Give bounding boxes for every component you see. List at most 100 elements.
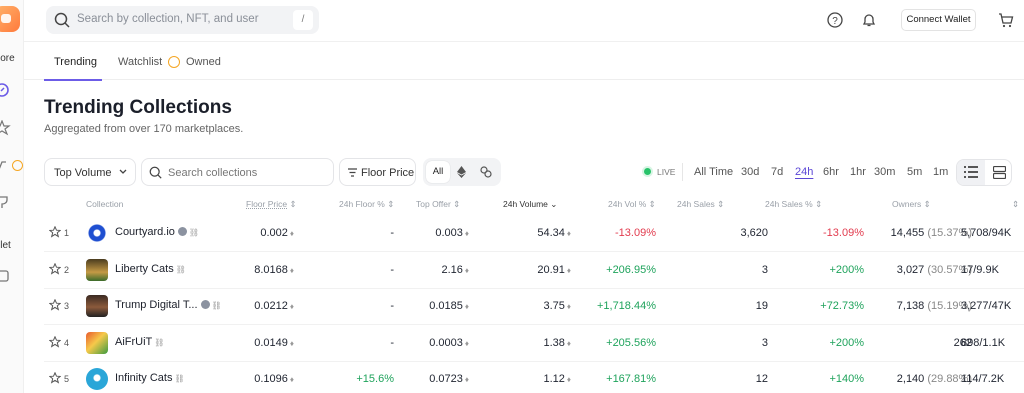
sales-count: 3 — [761, 263, 768, 276]
table-row[interactable]: 5 Infinity Cats ⛓ 0.1096 ♦ +15.6% 0.0723 ♦ … — [44, 362, 1024, 393]
timeframe-30d[interactable]: 30d — [741, 166, 759, 178]
sort-dropdown[interactable]: Top Volume — [44, 158, 136, 186]
listed-supply: 3,277/47K — [961, 300, 1012, 312]
rank: 2 — [64, 264, 70, 275]
rank: 1 — [64, 228, 70, 238]
collection-name[interactable]: AiFrUiT ⛓ — [115, 336, 164, 348]
column-header-sort-icon[interactable]: ⇕ — [1012, 199, 1019, 210]
timeframe-7d[interactable]: 7d — [771, 166, 783, 178]
rail-wallet-label[interactable]: llet — [0, 240, 11, 251]
top-offer: 0.0723 ♦ — [429, 373, 469, 385]
column-header-volume[interactable]: 24h Volume ⌄ — [503, 199, 557, 210]
volume-value: 3.75 — [543, 300, 565, 312]
cart-icon[interactable] — [998, 12, 1014, 28]
ethereum-icon[interactable] — [457, 166, 466, 178]
column-header-top-offer[interactable]: Top Offer ⇕ — [416, 199, 460, 210]
left-rail: lore llet — [0, 0, 24, 393]
table-row[interactable]: 2 Liberty Cats ⛓ 8.0168 ♦ - 2.16 ♦ 20.91 ♦ +… — [44, 253, 1024, 289]
column-header-sales-pct[interactable]: 24h Sales % ⇕ — [765, 199, 822, 210]
owners-count: 3,027 — [896, 263, 925, 276]
timeframe-24h[interactable]: 24h — [795, 166, 813, 178]
rail-notice-dot — [12, 160, 23, 171]
global-search-input[interactable]: Search by collection, NFT, and user / — [46, 6, 319, 34]
column-header-vol-pct[interactable]: 24h Vol % ⇕ — [608, 199, 656, 210]
top-offer-value: 2.16 — [441, 263, 463, 276]
collection-avatar[interactable] — [86, 368, 108, 390]
trophy-icon[interactable] — [0, 195, 12, 211]
connect-wallet-button[interactable]: Connect Wallet — [901, 9, 976, 31]
owners-count: 2,140 — [896, 373, 925, 385]
live-status-dot — [644, 168, 651, 175]
collection-avatar[interactable] — [86, 222, 108, 244]
eth-icon: ♦ — [566, 338, 571, 348]
collection-name[interactable]: Trump Digital T... ⛓ — [115, 299, 222, 311]
list-view-button[interactable] — [957, 160, 985, 185]
floor-change: - — [390, 227, 394, 239]
collection-avatar[interactable] — [86, 331, 108, 354]
timeframe-all-time[interactable]: All Time — [694, 166, 733, 178]
watchlist-star-icon[interactable] — [49, 299, 61, 311]
rocket-icon[interactable] — [0, 158, 12, 174]
column-header-owners-label: Owners — [892, 199, 922, 209]
floor-price-filter[interactable]: Floor Price — [339, 158, 416, 186]
column-header-owners[interactable]: Owners ⇕ — [892, 199, 931, 210]
column-header-volume-label: 24h Volume — [503, 199, 548, 209]
eth-icon: ♦ — [464, 338, 469, 348]
search-shortcut-key: / — [293, 10, 313, 30]
collection-tabs: Trending Watchlist Owned — [24, 42, 1024, 81]
star-icon[interactable] — [0, 120, 12, 136]
tab-owned[interactable]: Owned — [186, 56, 221, 68]
column-header-top-offer-label: Top Offer — [416, 199, 451, 209]
floor-price: 0.1096 ♦ — [254, 373, 294, 385]
volume-value: 1.12 — [543, 373, 565, 385]
column-header-collection[interactable]: Collection — [86, 199, 123, 209]
timeframe-6hr[interactable]: 6hr — [823, 166, 839, 178]
listed-supply: 114/7.2K — [961, 373, 1005, 385]
timeframe-30m[interactable]: 30m — [874, 166, 895, 178]
watchlist-star-icon[interactable] — [49, 262, 61, 275]
collection-search-input[interactable]: Search collections — [141, 158, 334, 186]
volume-value: 1.38 — [543, 336, 565, 349]
chain-all-option[interactable]: All — [426, 161, 450, 183]
column-header-vol-pct-label: 24h Vol % — [608, 199, 647, 209]
timeframe-1hr[interactable]: 1hr — [850, 166, 866, 178]
rail-explore-label[interactable]: lore — [0, 53, 15, 64]
help-icon[interactable]: ? — [827, 12, 843, 28]
timeframe-1m[interactable]: 1m — [933, 166, 948, 178]
table-row[interactable]: 3 Trump Digital T... ⛓ 0.0212 ♦ - 0.0185 ♦ … — [44, 289, 1024, 325]
column-header-floor-price[interactable]: Floor Price ⇕ — [246, 199, 297, 210]
tab-watchlist[interactable]: Watchlist — [118, 56, 162, 68]
app-logo[interactable] — [0, 6, 20, 32]
top-offer: 0.003 ♦ — [435, 227, 469, 239]
collection-avatar[interactable] — [86, 295, 108, 317]
collection-name[interactable]: Courtyard.io ⛓ — [115, 226, 199, 238]
top-offer-value: 0.003 — [435, 227, 463, 239]
collection-name-text: Trump Digital T... — [115, 299, 198, 311]
volume-change: +205.56% — [606, 336, 656, 349]
floor-price-value: 0.0212 — [254, 300, 288, 312]
collection-name[interactable]: Infinity Cats ⛓ — [115, 372, 185, 384]
volume: 3.75 ♦ — [543, 300, 571, 312]
wallet-icon[interactable] — [0, 268, 12, 284]
compass-icon[interactable] — [0, 82, 12, 98]
eth-icon: ♦ — [566, 375, 571, 384]
listed-supply: 17/9.9K — [961, 263, 999, 276]
bell-icon[interactable] — [861, 12, 877, 28]
table-row[interactable]: 1 Courtyard.io ⛓ 0.002 ♦ - 0.003 ♦ 54.34 ♦ -… — [44, 216, 1024, 252]
collection-avatar[interactable] — [86, 258, 108, 281]
column-header-sales[interactable]: 24h Sales ⇕ — [677, 199, 724, 210]
watchlist-star-icon[interactable] — [49, 335, 61, 348]
volume-change: +167.81% — [606, 373, 656, 385]
table-row[interactable]: 4 AiFrUiT ⛓ 0.0149 ♦ - 0.0003 ♦ 1.38 ♦ +205.… — [44, 326, 1024, 362]
watchlist-star-icon[interactable] — [49, 372, 61, 384]
timeframe-5m[interactable]: 5m — [907, 166, 922, 178]
card-view-icon[interactable] — [993, 166, 1006, 179]
verified-icon — [200, 300, 210, 309]
link-icon: ⛓ — [175, 264, 186, 274]
column-header-floor-pct[interactable]: 24h Floor % ⇕ — [339, 199, 394, 210]
collection-name[interactable]: Liberty Cats ⛓ — [115, 263, 186, 275]
tab-trending[interactable]: Trending — [54, 56, 97, 68]
watchlist-star-icon[interactable] — [49, 226, 61, 238]
link-chain-icon[interactable] — [480, 166, 492, 178]
volume-value: 20.91 — [537, 263, 565, 276]
